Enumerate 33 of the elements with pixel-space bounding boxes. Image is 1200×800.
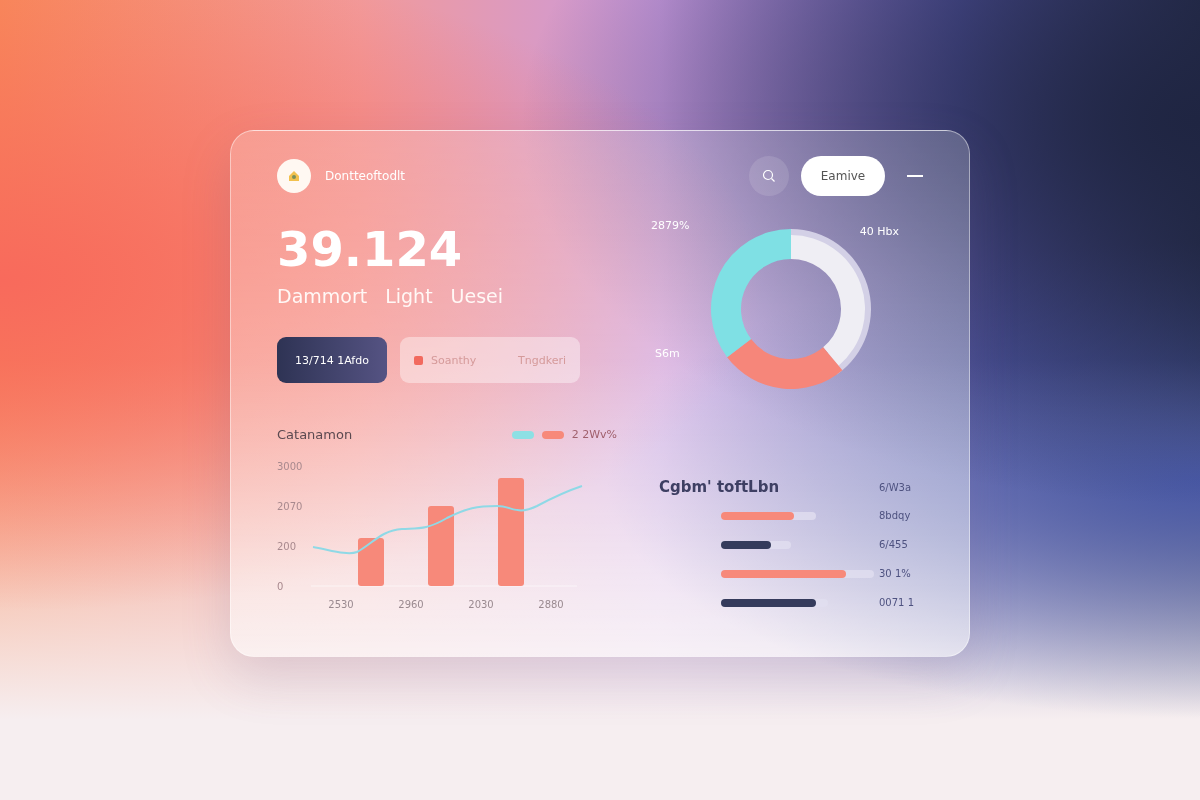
axis-tick-label: 200 bbox=[277, 541, 297, 552]
axis-tick-label: 3000 bbox=[277, 461, 303, 472]
subtitle-label: Uesei bbox=[450, 285, 504, 307]
legend-swatch bbox=[541, 430, 564, 439]
value-label: 30 1% bbox=[879, 568, 912, 579]
axis-tick-label: 2880 bbox=[538, 599, 564, 610]
section-title: Cgbm' toftLbn bbox=[659, 478, 780, 496]
donut-label: S6m bbox=[655, 347, 680, 360]
axis-tick-label: 2030 bbox=[468, 599, 494, 610]
value-label: 8bdqy bbox=[879, 510, 912, 521]
donut-label: 2879% bbox=[651, 219, 690, 232]
axis-tick-label: 2960 bbox=[398, 599, 424, 610]
chart-title: Catanamon bbox=[277, 427, 353, 442]
primary-button[interactable]: 13/714 1Afdo bbox=[277, 337, 387, 383]
logo-icon bbox=[277, 159, 311, 193]
value-label: 0071 1 bbox=[879, 597, 915, 608]
axis-tick-label: 0 bbox=[277, 581, 284, 592]
legend-label: 2 2Wv% bbox=[571, 428, 617, 441]
app-icon bbox=[414, 355, 423, 365]
legend-swatch bbox=[511, 430, 534, 439]
app-title: Dontteoftodlt bbox=[325, 169, 406, 183]
axis-tick-label: 2530 bbox=[328, 599, 354, 610]
chart-bar bbox=[358, 538, 384, 586]
value-label: 6/W3a bbox=[879, 481, 913, 493]
donut-label: 40 Hbx bbox=[859, 225, 899, 238]
search-icon bbox=[762, 169, 776, 183]
search-button[interactable] bbox=[749, 156, 789, 196]
value-label: 6/455 bbox=[879, 539, 909, 550]
headline-value: 39.124 bbox=[277, 220, 464, 279]
subtitle-label: Light bbox=[385, 285, 433, 307]
action-button[interactable]: Eamive bbox=[801, 156, 885, 196]
axis-tick-label: 2070 bbox=[277, 501, 303, 512]
subtitle-label: Dammort bbox=[277, 285, 368, 307]
